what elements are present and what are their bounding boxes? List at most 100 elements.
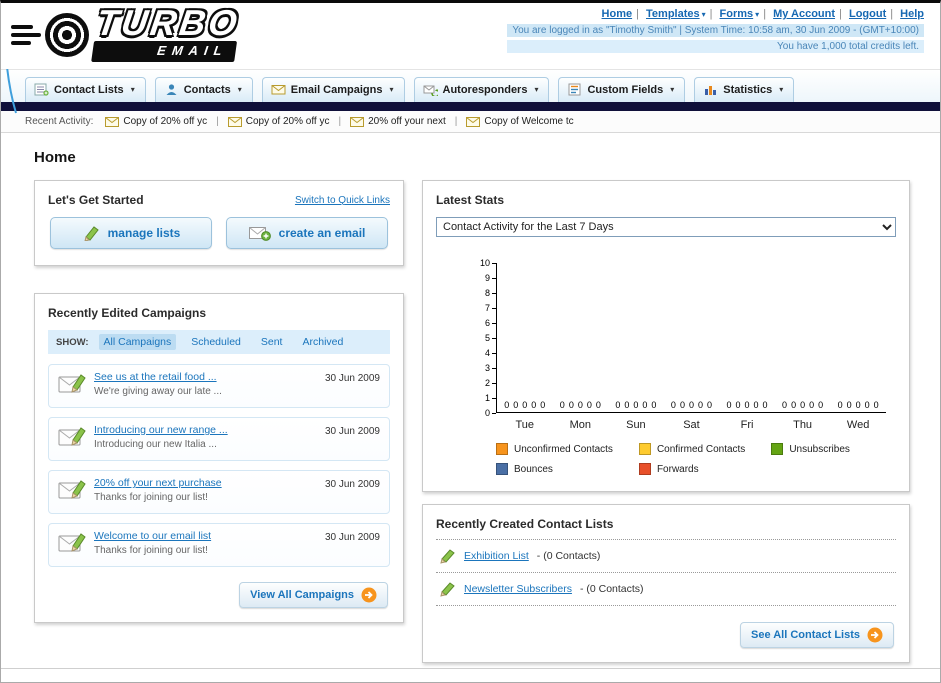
recent-activity-text: Copy of Welcome tc xyxy=(484,116,574,127)
recent-activity-item[interactable]: 20% off your next xyxy=(350,116,446,127)
campaign-date: 30 Jun 2009 xyxy=(324,373,380,384)
link-templates[interactable]: Templates ▾ xyxy=(646,8,706,20)
separator: | xyxy=(454,116,458,127)
contact-list-count: - (0 Contacts) xyxy=(579,583,644,595)
tab-contact-lists[interactable]: Contact Lists ▾ xyxy=(25,77,146,102)
recent-activity-label: Recent Activity: xyxy=(25,116,94,127)
recent-activity-item[interactable]: Copy of 20% off yc xyxy=(105,116,207,127)
campaign-date: 30 Jun 2009 xyxy=(324,479,380,490)
tab-contacts[interactable]: Contacts ▾ xyxy=(154,77,253,102)
legend-swatch-unconfirmed xyxy=(496,443,508,455)
tab-email-campaigns[interactable]: Email Campaigns ▾ xyxy=(261,77,405,102)
link-templates-label: Templates xyxy=(646,8,700,20)
filter-sent[interactable]: Sent xyxy=(256,334,288,350)
envelope-icon xyxy=(466,116,481,127)
logo-secondary-text: EMAIL xyxy=(156,43,229,58)
switch-quick-links-link[interactable]: Switch to Quick Links xyxy=(295,195,390,206)
separator: | xyxy=(890,8,894,20)
header: TURBO EMAIL Home | Templates ▾ | Forms ▾ | My… xyxy=(1,3,940,69)
recent-activity-bar: Recent Activity: Copy of 20% off yc | Co… xyxy=(1,111,940,133)
stats-activity-select[interactable]: Contact Activity for the Last 7 Days xyxy=(436,217,896,237)
see-all-contact-lists-label: See All Contact Lists xyxy=(750,629,860,641)
separator: | xyxy=(338,116,342,127)
tab-custom-fields[interactable]: Custom Fields ▾ xyxy=(558,77,686,102)
see-all-contact-lists-button[interactable]: See All Contact Lists xyxy=(739,622,894,648)
recent-activity-item[interactable]: Copy of 20% off yc xyxy=(227,116,329,127)
latest-stats-panel: Latest Stats Contact Activity for the La… xyxy=(422,180,910,492)
link-my-account[interactable]: My Account xyxy=(773,8,835,20)
tab-statistics[interactable]: Statistics ▾ xyxy=(694,77,795,102)
legend-item: Forwards xyxy=(638,463,745,475)
legend-label: Forwards xyxy=(656,463,699,475)
nav-accent-bar xyxy=(1,102,940,111)
link-forms[interactable]: Forms ▾ xyxy=(720,8,760,20)
footer-divider xyxy=(1,668,940,669)
campaign-title-link[interactable]: Welcome to our email list xyxy=(94,530,317,542)
turbo-email-logo: TURBO EMAIL xyxy=(11,3,243,62)
email-campaigns-icon xyxy=(271,85,286,95)
contact-lists-icon xyxy=(34,83,49,96)
tab-label: Statistics xyxy=(723,83,773,96)
chevron-down-icon: ▾ xyxy=(237,85,242,94)
logo-email-bar: EMAIL xyxy=(91,41,238,62)
pencil-icon xyxy=(440,582,455,597)
recent-activity-text: Copy of 20% off yc xyxy=(123,116,208,127)
legend-label: Confirmed Contacts xyxy=(656,443,746,455)
envelope-pencil-icon xyxy=(58,480,86,499)
chevron-down-icon: ▾ xyxy=(755,10,760,19)
latest-stats-title: Latest Stats xyxy=(436,193,505,207)
manage-lists-button[interactable]: manage lists xyxy=(50,217,212,249)
chart-y-axis: 0 1 2 3 4 5 6 7 8 9 10 xyxy=(472,258,496,418)
chevron-down-icon: ▾ xyxy=(670,85,675,94)
filter-archived[interactable]: Archived xyxy=(297,334,348,350)
get-started-title: Let's Get Started xyxy=(48,193,144,207)
envelope-icon xyxy=(105,116,120,127)
contact-list-row: Exhibition List - (0 Contacts) xyxy=(436,540,896,573)
envelope-plus-icon xyxy=(248,227,271,241)
filter-all-campaigns[interactable]: All Campaigns xyxy=(98,334,177,350)
contact-list-link[interactable]: Newsletter Subscribers xyxy=(464,583,572,595)
tab-autoresponders[interactable]: Autoresponders ▾ xyxy=(413,77,550,102)
campaign-row: 20% off your next purchase Thanks for jo… xyxy=(48,470,390,514)
campaign-title-link[interactable]: Introducing our new range ... xyxy=(94,424,317,436)
custom-fields-icon xyxy=(568,83,581,96)
statistics-icon xyxy=(705,86,717,95)
pencil-icon xyxy=(440,549,455,564)
recent-activity-item[interactable]: Copy of Welcome tc xyxy=(466,116,574,127)
envelope-pencil-icon xyxy=(58,427,86,446)
filter-scheduled[interactable]: Scheduled xyxy=(186,334,246,350)
link-help[interactable]: Help xyxy=(900,8,924,20)
legend-label: Bounces xyxy=(514,463,553,475)
campaign-row: Welcome to our email list Thanks for joi… xyxy=(48,523,390,567)
campaigns-filter-bar: SHOW: All Campaigns Scheduled Sent Archi… xyxy=(48,330,390,354)
separator: | xyxy=(763,8,767,20)
create-email-label: create an email xyxy=(278,226,366,240)
campaign-row: See us at the retail food ... We're givi… xyxy=(48,364,390,408)
contact-list-link[interactable]: Exhibition List xyxy=(464,550,529,562)
campaigns-panel-title: Recently Edited Campaigns xyxy=(48,306,207,320)
chevron-down-icon: ▾ xyxy=(779,85,784,94)
link-home[interactable]: Home xyxy=(602,8,633,20)
campaign-subtitle: We're giving away our late ... xyxy=(94,386,222,397)
envelope-pencil-icon xyxy=(58,374,86,393)
top-nav-links: Home | Templates ▾ | Forms ▾ | My Account | Lo… xyxy=(507,8,924,20)
campaign-title-link[interactable]: See us at the retail food ... xyxy=(94,371,317,383)
legend-label: Unsubscribes xyxy=(789,443,850,455)
manage-lists-label: manage lists xyxy=(107,226,181,240)
view-all-campaigns-button[interactable]: View All Campaigns xyxy=(239,582,388,608)
credits-info: You have 1,000 total credits left. xyxy=(507,40,924,53)
logo-speedlines-icon xyxy=(11,24,41,45)
tab-label: Custom Fields xyxy=(587,83,664,96)
chart-plot-area: 0 0 0 0 0 Tue 0 0 0 0 0 Mon 0 0 0 0 0 Sun 0 0 0 0 0 Sat 0 0 0 0 0 Fri… xyxy=(496,263,886,431)
get-started-panel: Let's Get Started Switch to Quick Links … xyxy=(34,180,404,266)
page-title: Home xyxy=(34,149,76,166)
tab-label: Autoresponders xyxy=(442,83,528,96)
recently-edited-campaigns-panel: Recently Edited Campaigns SHOW: All Camp… xyxy=(34,293,404,623)
campaign-title-link[interactable]: 20% off your next purchase xyxy=(94,477,317,489)
envelope-icon xyxy=(350,116,365,127)
link-logout[interactable]: Logout xyxy=(849,8,886,20)
create-email-button[interactable]: create an email xyxy=(226,217,388,249)
link-forms-label: Forms xyxy=(719,8,754,20)
contact-activity-chart: 0 1 2 3 4 5 6 7 8 9 10 0 0 0 0 0 Tue 0 0 0 0 0 Mon 0 0 0 0 0 Sun 0 0 0… xyxy=(472,258,886,431)
legend-swatch-forwards xyxy=(638,463,651,475)
